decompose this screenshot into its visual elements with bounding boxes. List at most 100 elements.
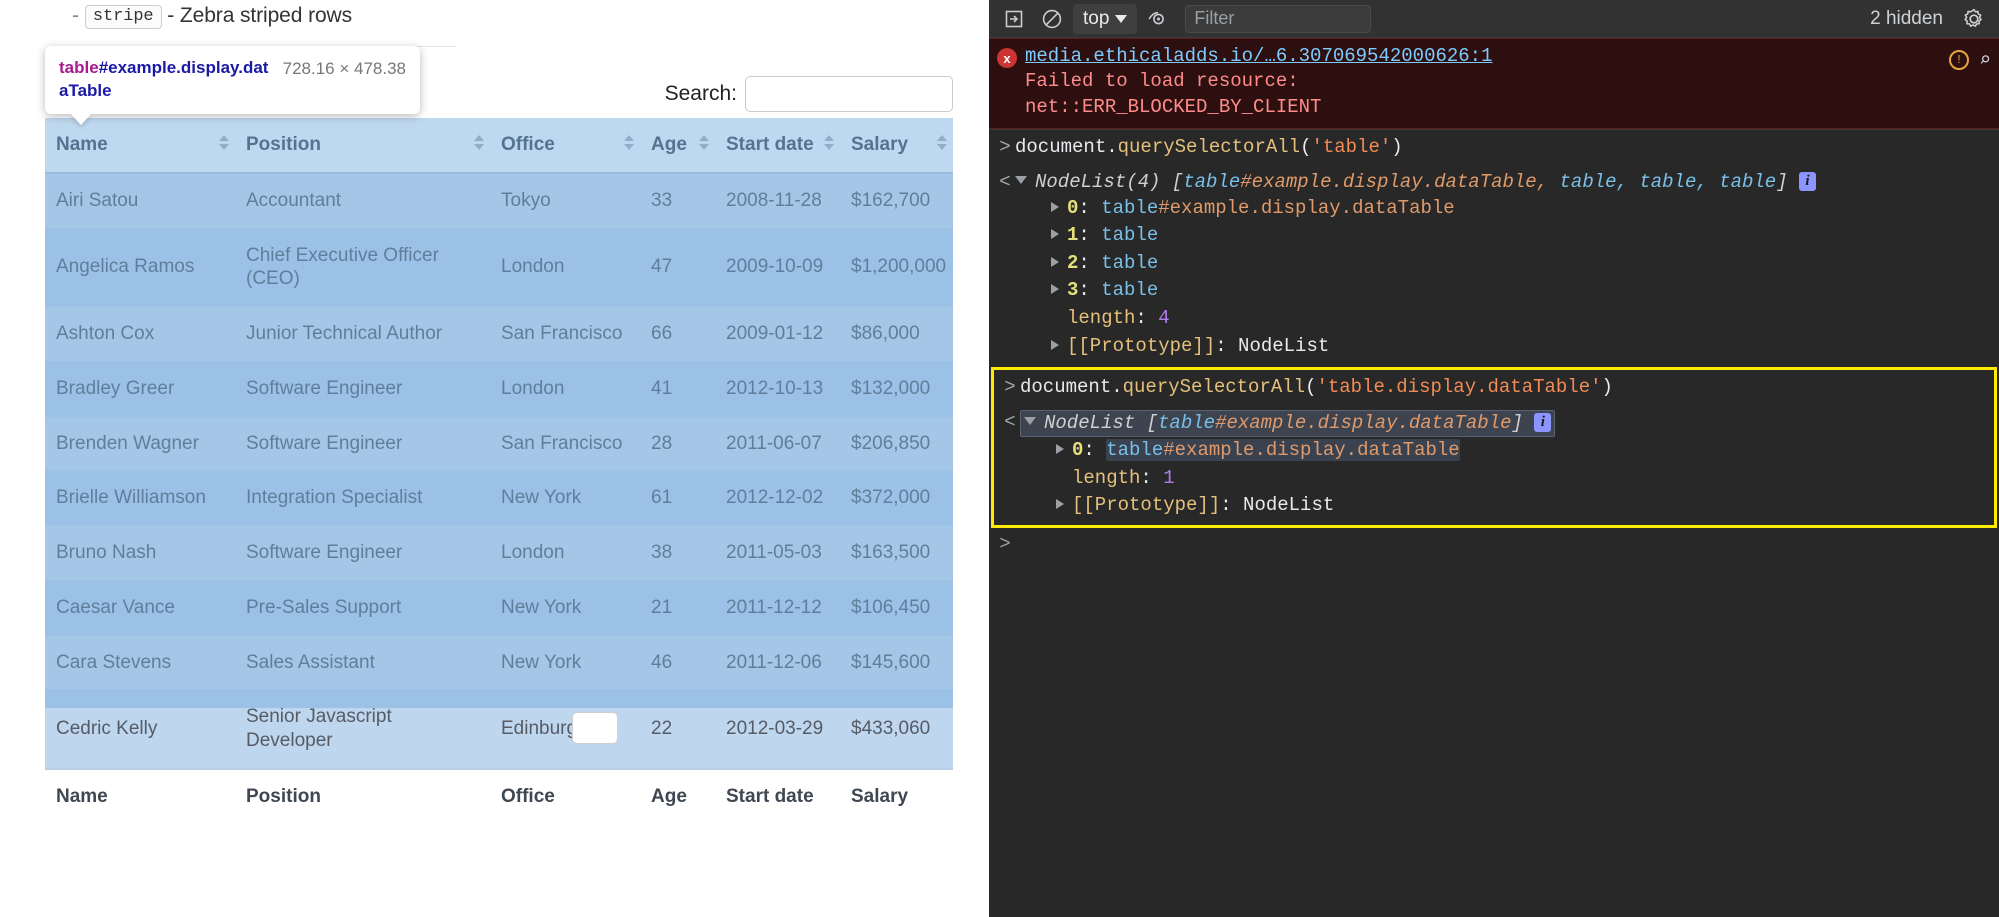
selected-result-header: NodeList [table#example.display.dataTabl…	[1020, 410, 1556, 438]
cell-salary: $106,450	[840, 579, 953, 635]
object-property-row[interactable]: 0: table#example.display.dataTable	[1020, 437, 1986, 465]
sort-arrows-icon[interactable]	[824, 134, 834, 155]
console-result-content: NodeList [table#example.display.dataTabl…	[1020, 410, 1986, 520]
expand-arrow-icon[interactable]	[1051, 201, 1059, 212]
object-property-row[interactable]: 1: table	[1015, 222, 1991, 250]
execution-context-selector[interactable]: top	[1073, 3, 1138, 34]
table-row[interactable]: Bradley Greer Software Engineer London 41 20…	[45, 360, 953, 416]
column-header-label: Name	[56, 134, 108, 155]
console-result-row[interactable]: < NodeList(4) [table#example.display.data…	[989, 165, 1999, 365]
tooltip-size: 728.16 × 478.38	[282, 59, 406, 78]
cell-start-date: 2012-10-13	[715, 360, 840, 416]
property-value: table	[1101, 251, 1159, 274]
table-row[interactable]: Bruno Nash Software Engineer London 38 2011-…	[45, 525, 953, 581]
cell-office: New York	[490, 579, 640, 635]
cell-age: 46	[640, 634, 715, 690]
table-row[interactable]: Brenden Wagner Software Engineer San Franc…	[45, 415, 953, 471]
expand-arrow-icon[interactable]	[1051, 284, 1059, 295]
hidden-messages-count[interactable]: 2 hidden	[1870, 8, 1953, 30]
expand-arrow-icon[interactable]	[1051, 229, 1059, 240]
table-row[interactable]: Airi Satou Accountant Tokyo 33 2008-11-28 $16…	[45, 172, 953, 228]
expand-arrow-icon[interactable]	[1051, 339, 1059, 350]
search-label: Search:	[664, 82, 737, 105]
cell-age: 41	[640, 360, 715, 416]
sort-arrows-icon[interactable]	[219, 134, 229, 155]
table-row[interactable]: Cedric Kelly Senior Javascript Developer E…	[45, 689, 953, 769]
cell-name: Airi Satou	[45, 172, 235, 228]
cell-age: 28	[640, 415, 715, 471]
collapse-arrow-icon[interactable]	[1024, 417, 1036, 426]
column-header-salary[interactable]: Salary	[840, 118, 953, 174]
console-result-row[interactable]: < NodeList [table#example.display.dataTab…	[994, 405, 1994, 525]
table-row[interactable]: Cara Stevens Sales Assistant New York 46 201…	[45, 634, 953, 690]
expand-arrow-icon[interactable]	[1051, 256, 1059, 267]
console-command-row[interactable]: > document.querySelectorAll('table.displa…	[994, 370, 1994, 405]
property-value: table#example.display.dataTable	[1106, 439, 1460, 462]
object-property-row[interactable]: 3: table	[1015, 277, 1991, 305]
devtools-console-panel: top 2 hidden x media.ethicaladds.io/…6.30…	[989, 0, 1999, 917]
error-text-line: Failed to load resource:	[1025, 70, 1299, 92]
property-key: 2	[1067, 251, 1079, 274]
result-object-header: NodeList(4) [	[1035, 170, 1184, 193]
console-filter-input[interactable]	[1185, 4, 1372, 33]
sort-arrows-icon[interactable]	[699, 134, 709, 155]
console-toolbar: top 2 hidden	[989, 0, 1999, 38]
sort-arrows-icon[interactable]	[624, 134, 634, 155]
property-key: 0	[1067, 196, 1079, 219]
info-badge-icon[interactable]: i	[1799, 171, 1816, 191]
cell-start-date: 2008-11-28	[715, 172, 840, 228]
footer-header-name: Name	[45, 767, 235, 824]
property-key: 0	[1072, 439, 1084, 462]
object-property-row[interactable]: 2: table	[1015, 250, 1991, 278]
object-property-row[interactable]: length: 1	[1020, 465, 1986, 493]
sort-arrows-icon[interactable]	[474, 134, 484, 155]
cell-salary: $162,700	[840, 172, 953, 228]
cell-salary: $206,850	[840, 415, 953, 471]
property-value: 4	[1158, 306, 1170, 329]
cell-age: 33	[640, 172, 715, 228]
cell-name: Ashton Cox	[45, 306, 235, 362]
search-input[interactable]	[745, 76, 953, 112]
execute-snippet-icon[interactable]	[997, 4, 1031, 34]
live-expression-icon[interactable]	[1141, 4, 1175, 34]
column-header-position[interactable]: Position	[235, 118, 490, 174]
collapse-arrow-icon[interactable]	[1015, 175, 1027, 184]
console-error-message: x media.ethicaladds.io/…6.307069542000626…	[989, 38, 1999, 129]
error-source-link[interactable]: media.ethicaladds.io/…6.307069542000626:…	[1025, 45, 1492, 67]
info-badge-icon[interactable]: i	[1534, 413, 1552, 433]
object-property-row[interactable]: [[Prototype]]: NodeList	[1015, 333, 1991, 361]
console-command-row[interactable]: > document.querySelectorAll('table')	[989, 128, 1999, 165]
column-header-name[interactable]: Name	[45, 118, 235, 174]
code-chip-stripe: stripe	[84, 5, 162, 29]
cell-name: Caesar Vance	[45, 579, 235, 635]
table-row[interactable]: Brielle Williamson Integration Specialist…	[45, 470, 953, 526]
property-key: length	[1072, 466, 1141, 489]
column-header-start-date[interactable]: Start date	[715, 118, 840, 174]
search-icon[interactable]: ⌕	[1979, 47, 1991, 73]
employees-table: Name Position Office Age Start date Salary Ai…	[45, 118, 953, 824]
console-prompt-row[interactable]: >	[989, 528, 1999, 560]
column-header-age[interactable]: Age	[640, 118, 715, 174]
cell-position: Sales Assistant	[235, 634, 490, 690]
clear-console-icon[interactable]	[1035, 4, 1069, 34]
table-row[interactable]: Angelica Ramos Chief Executive Officer (C…	[45, 227, 953, 307]
object-property-row[interactable]: length: 4	[1015, 305, 1991, 333]
sort-arrows-icon[interactable]	[937, 134, 947, 155]
cell-salary: $433,060	[840, 689, 953, 769]
table-row[interactable]: Ashton Cox Junior Technical Author San Fra…	[45, 306, 953, 362]
expand-arrow-icon[interactable]	[1056, 444, 1064, 455]
expand-arrow-icon[interactable]	[1056, 499, 1064, 510]
cell-start-date: 2011-12-06	[715, 634, 840, 690]
table-row[interactable]: Caesar Vance Pre-Sales Support New York 21 2…	[45, 579, 953, 635]
object-property-row[interactable]: 0: table#example.display.dataTable	[1015, 195, 1991, 223]
cell-position: Pre-Sales Support	[235, 579, 490, 635]
property-key: length	[1067, 306, 1136, 329]
object-property-row[interactable]: [[Prototype]]: NodeList	[1020, 492, 1986, 520]
output-chevron-icon: <	[1004, 411, 1016, 434]
error-text-line: net::ERR_BLOCKED_BY_CLIENT	[1025, 96, 1322, 119]
issue-icon[interactable]: !	[1948, 50, 1969, 70]
column-header-office[interactable]: Office	[490, 118, 640, 174]
footer-header-office: Office	[490, 767, 640, 824]
gear-icon[interactable]	[1957, 4, 1991, 34]
pagination-button[interactable]	[572, 712, 618, 744]
